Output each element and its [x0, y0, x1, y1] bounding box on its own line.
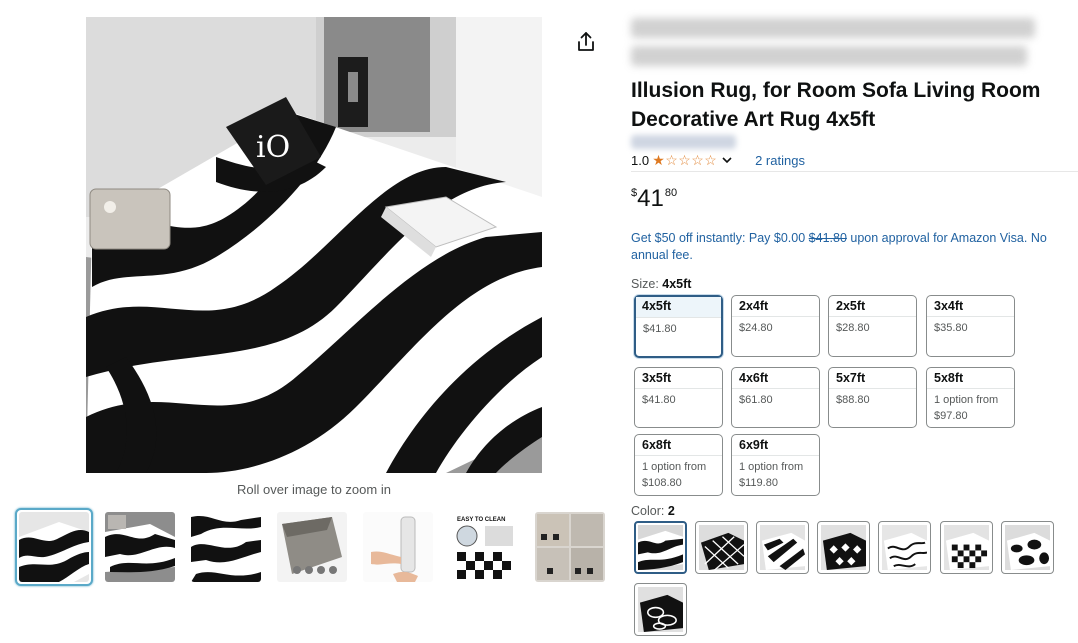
thumbnail-strip: EASY TO CLEAN — [15, 508, 611, 586]
rating-value: 1.0 — [631, 152, 650, 168]
chevron-down-icon[interactable] — [721, 154, 733, 166]
promo-prefix: Get $50 off instantly: Pay $0.00 — [631, 231, 809, 245]
size-option-price: 1 option from $119.80 — [739, 461, 804, 489]
color-swatch-wave[interactable] — [634, 521, 687, 574]
thumbnail-3[interactable] — [187, 508, 265, 586]
thumbnail-4[interactable] — [273, 508, 351, 586]
color-swatch-circles[interactable] — [634, 583, 687, 636]
size-option-price: $35.80 — [934, 322, 968, 334]
price-fraction: 80 — [664, 187, 678, 199]
price: $ 41 80 — [631, 183, 677, 213]
size-option-6x9ft[interactable]: 6x9ft 1 option from $119.80 — [731, 434, 820, 496]
size-option-price: $41.80 — [642, 394, 676, 406]
zoom-hint: Roll over image to zoom in — [237, 482, 391, 497]
size-option-price: $24.80 — [739, 322, 773, 334]
color-swatch-swirl[interactable] — [878, 521, 931, 574]
size-option-name: 3x4ft — [927, 296, 1014, 317]
size-option-name: 6x9ft — [732, 435, 819, 456]
promo-strike-price: $41.80 — [808, 231, 847, 245]
size-option-2x5ft[interactable]: 2x5ft $28.80 — [828, 295, 917, 357]
size-option-3x4ft[interactable]: 3x4ft $35.80 — [926, 295, 1015, 357]
star-empty-icon: ☆ — [691, 152, 704, 168]
color-swatch-cow[interactable] — [1001, 521, 1054, 574]
color-swatch-tile[interactable] — [817, 521, 870, 574]
size-option-name: 3x5ft — [635, 368, 722, 389]
thumbnail-5[interactable] — [359, 508, 437, 586]
size-option-price: $41.80 — [643, 323, 677, 335]
star-empty-icon: ☆ — [665, 152, 678, 168]
size-option-4x6ft[interactable]: 4x6ft $61.80 — [731, 367, 820, 428]
thumbnail-6[interactable]: EASY TO CLEAN — [445, 508, 523, 586]
color-selected-value: 2 — [667, 504, 675, 518]
thumbnail-1[interactable] — [15, 508, 93, 586]
price-whole: 41 — [637, 185, 664, 212]
size-option-3x5ft[interactable]: 3x5ft $41.80 — [634, 367, 723, 428]
size-option-2x4ft[interactable]: 2x4ft $24.80 — [731, 295, 820, 357]
size-option-name: 2x4ft — [732, 296, 819, 317]
color-label-text: Color: — [631, 504, 668, 518]
thumbnail-2[interactable] — [101, 508, 179, 586]
size-option-name: 2x5ft — [829, 296, 916, 317]
size-option-name: 5x8ft — [927, 368, 1014, 389]
size-option-6x8ft[interactable]: 6x8ft 1 option from $108.80 — [634, 434, 723, 496]
size-option-name: 4x6ft — [732, 368, 819, 389]
star-empty-icon: ☆ — [678, 152, 691, 168]
svg-text:iO: iO — [256, 130, 290, 165]
thumbnail-7[interactable] — [531, 508, 609, 586]
size-option-price: $88.80 — [836, 394, 870, 406]
color-swatch-diamond[interactable] — [695, 521, 748, 574]
rating-row: 1.0 ★ ☆ ☆ ☆ ☆ 2 ratings — [631, 152, 805, 168]
product-title: Illusion Rug, for Room Sofa Living Room … — [631, 79, 1041, 131]
size-label-text: Size: — [631, 277, 663, 291]
size-option-4x5ft[interactable]: 4x5ft $41.80 — [634, 295, 723, 358]
size-option-name: 6x8ft — [635, 435, 722, 456]
size-option-name: 5x7ft — [829, 368, 916, 389]
size-option-price: $28.80 — [836, 322, 870, 334]
badge-text: EASY TO CLEAN — [457, 517, 505, 523]
visa-promo-link[interactable]: Get $50 off instantly: Pay $0.00 $41.80 … — [631, 230, 1071, 264]
size-option-5x7ft[interactable]: 5x7ft $88.80 — [828, 367, 917, 428]
size-option-price: $61.80 — [739, 394, 773, 406]
divider — [631, 171, 1078, 172]
size-selected-value: 4x5ft — [662, 277, 692, 291]
size-option-price: 1 option from $97.80 — [934, 394, 999, 422]
blurred-brand-link[interactable] — [631, 135, 736, 149]
size-option-name: 4x5ft — [636, 297, 721, 318]
share-icon[interactable] — [574, 30, 598, 54]
color-swatch-checker[interactable] — [940, 521, 993, 574]
ratings-count-link[interactable]: 2 ratings — [755, 153, 805, 168]
main-product-image[interactable]: iO — [86, 17, 542, 473]
star-rating[interactable]: ★ ☆ ☆ ☆ ☆ — [652, 153, 717, 167]
size-label: Size: 4x5ft — [631, 277, 691, 291]
blurred-title-text — [631, 18, 1051, 74]
size-option-price: 1 option from $108.80 — [642, 461, 707, 489]
color-swatch-zebra[interactable] — [756, 521, 809, 574]
size-option-5x8ft[interactable]: 5x8ft 1 option from $97.80 — [926, 367, 1015, 428]
star-full-icon: ★ — [652, 152, 665, 168]
star-empty-icon: ☆ — [704, 152, 717, 168]
color-label: Color: 2 — [631, 504, 675, 518]
